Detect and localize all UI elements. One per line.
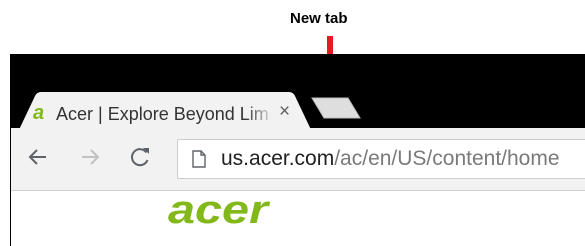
browser-window: a Acer | Explore Beyond Limits × us.acer… bbox=[10, 54, 585, 246]
url-text: us.acer.com/ac/en/US/content/home bbox=[221, 147, 560, 171]
svg-text:acer: acer bbox=[168, 191, 271, 231]
close-icon[interactable]: × bbox=[279, 102, 290, 122]
toolbar: us.acer.com/ac/en/US/content/home bbox=[11, 128, 585, 191]
page-content: acer bbox=[11, 191, 585, 246]
address-bar[interactable]: us.acer.com/ac/en/US/content/home bbox=[177, 139, 585, 179]
acer-favicon-icon: a bbox=[33, 102, 45, 124]
tab-title: Acer | Explore Beyond Limits bbox=[56, 104, 270, 124]
tab-title-fade bbox=[245, 100, 275, 128]
forward-arrow-icon[interactable] bbox=[75, 142, 105, 172]
new-tab-button[interactable] bbox=[311, 97, 361, 119]
screenshot: New tab a Acer | Explore Beyond Limits × bbox=[0, 0, 585, 246]
url-path: /ac/en/US/content/home bbox=[334, 147, 560, 170]
back-arrow-icon[interactable] bbox=[23, 142, 53, 172]
reload-icon[interactable] bbox=[125, 142, 155, 172]
annotation-label: New tab bbox=[290, 10, 348, 27]
acer-logo[interactable]: acer bbox=[166, 191, 271, 231]
page-icon bbox=[192, 150, 206, 168]
url-host: us.acer.com bbox=[221, 147, 335, 170]
